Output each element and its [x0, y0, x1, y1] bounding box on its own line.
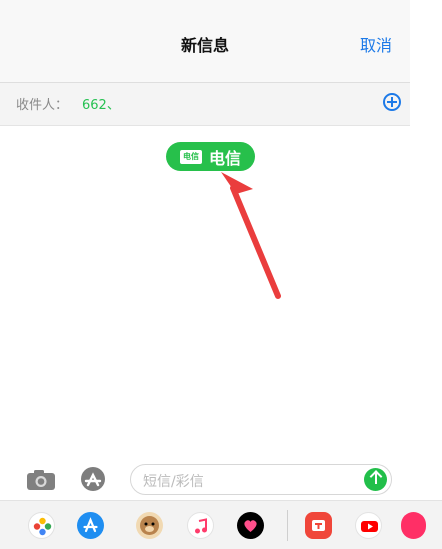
music-icon[interactable]: [187, 512, 214, 539]
app-icon-red[interactable]: [305, 512, 332, 539]
youtube-icon[interactable]: [355, 512, 382, 539]
recipient-value[interactable]: 662、: [82, 94, 120, 113]
carrier-label: 电信: [208, 148, 241, 168]
page-title: 新信息: [180, 36, 229, 55]
dock-separator: [287, 510, 288, 541]
app-store-icon[interactable]: [77, 512, 104, 539]
apps-icon[interactable]: [78, 466, 108, 492]
extra-app-icon[interactable]: [401, 512, 426, 539]
animoji-icon[interactable]: [136, 512, 163, 539]
navigation-bar: 新信息 取消: [0, 0, 410, 83]
carrier-tag: 电信 电信: [166, 142, 255, 171]
recipient-label: 收件人：: [16, 98, 69, 113]
photos-icon[interactable]: [28, 512, 55, 539]
message-input-placeholder: 短信/彩信: [143, 474, 204, 490]
carrier-icon: 电信: [179, 149, 202, 164]
digital-touch-icon[interactable]: [237, 512, 264, 539]
message-input[interactable]: 短信/彩信: [130, 464, 392, 495]
new-message-screen: 新信息 取消 收件人： 662、 电信 电信 短信/彩信: [0, 0, 442, 549]
add-contact-icon[interactable]: [383, 93, 401, 111]
recipient-bar[interactable]: 收件人： 662、: [0, 83, 410, 126]
cancel-button[interactable]: 取消: [360, 32, 392, 56]
camera-icon[interactable]: [26, 469, 56, 491]
send-icon[interactable]: [364, 468, 387, 491]
